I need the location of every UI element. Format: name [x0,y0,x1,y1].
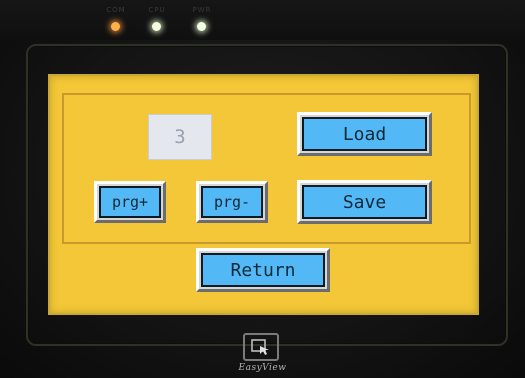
led-pwr-label: PWR [192,6,212,14]
led-pwr: PWR [187,6,217,36]
touch-hand-icon [243,333,279,361]
save-button[interactable]: Save [297,180,432,224]
load-button[interactable]: Load [297,112,432,156]
led-com: COM [101,6,131,36]
program-previous-button[interactable]: prg- [196,181,268,223]
program-next-button[interactable]: prg+ [94,181,166,223]
led-cpu-indicator [152,22,161,31]
load-button-label: Load [302,117,427,151]
led-pwr-indicator [197,22,206,31]
program-next-label: prg+ [99,186,161,218]
status-strip: COM CPU PWR [0,0,525,40]
return-button[interactable]: Return [196,248,330,292]
led-cpu: CPU [142,6,172,36]
hmi-device: COM CPU PWR 3 Load prg+ prg- Save Return [0,0,525,378]
led-cpu-label: CPU [148,6,166,14]
return-button-label: Return [201,253,325,287]
led-com-label: COM [106,6,126,14]
brand-name: EasyView [238,363,287,373]
save-button-label: Save [302,185,427,219]
program-previous-label: prg- [201,186,263,218]
program-number-display: 3 [148,114,212,160]
led-com-indicator [111,22,120,31]
